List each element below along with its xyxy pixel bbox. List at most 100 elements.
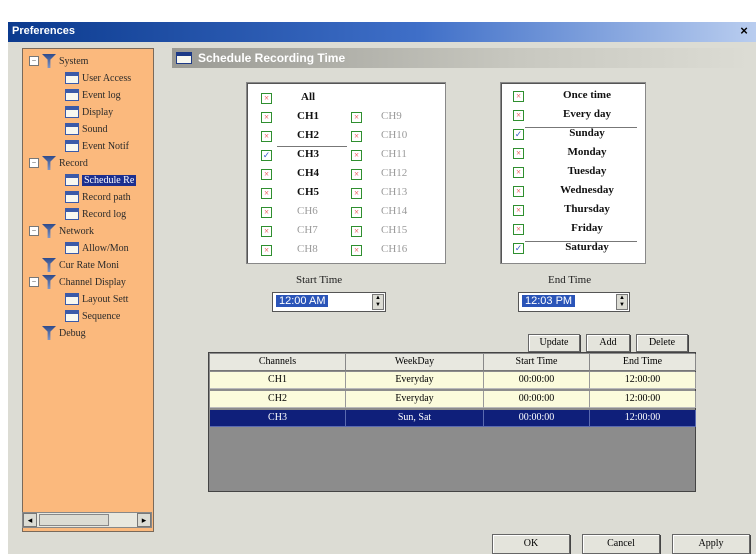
expander-icon[interactable]: −	[29, 226, 39, 236]
tree-item-sound[interactable]: Sound	[65, 121, 108, 137]
expander-icon[interactable]: −	[29, 56, 39, 66]
scroll-left-icon[interactable]: ◂	[23, 513, 37, 527]
expander-icon[interactable]: −	[29, 158, 39, 168]
scroll-thumb[interactable]	[39, 514, 109, 526]
tree-item-label: Network	[59, 225, 94, 237]
tree-item-label: Display	[82, 106, 114, 118]
checkbox-ch5[interactable]: ×	[261, 188, 272, 199]
apply-button[interactable]: Apply	[672, 534, 750, 554]
checkbox-wednesday[interactable]: ×	[513, 186, 524, 197]
checkbox-sunday[interactable]: ✓	[513, 129, 524, 140]
spin-up-icon[interactable]: ▲	[617, 295, 627, 302]
tree-item-label: Cur Rate Moni	[59, 259, 119, 271]
tree-item-event-log[interactable]: Event log	[65, 87, 121, 103]
group-icon	[42, 275, 56, 289]
checkbox-ch2[interactable]: ×	[261, 131, 272, 142]
checkbox-thursday[interactable]: ×	[513, 205, 524, 216]
scroll-right-icon[interactable]: ▸	[137, 513, 151, 527]
end-time-spinner[interactable]: ▲ ▼	[616, 294, 628, 310]
tree-item-channel-display[interactable]: − Channel Display	[29, 274, 126, 290]
table-cell: 12:00:00	[590, 410, 696, 427]
checkbox-ch4[interactable]: ×	[261, 169, 272, 180]
window-title: Preferences	[12, 25, 75, 37]
checkbox-ch1[interactable]: ×	[261, 112, 272, 123]
checkbox-friday[interactable]: ×	[513, 224, 524, 235]
checkbox-ch9[interactable]: ×	[351, 112, 362, 123]
close-icon[interactable]: ×	[736, 23, 752, 39]
delete-button[interactable]: Delete	[636, 334, 688, 352]
checkbox-ch13[interactable]: ×	[351, 188, 362, 199]
title-bar: Preferences ×	[8, 22, 756, 42]
channel-label: CH7	[297, 224, 318, 236]
tree-item-debug[interactable]: Debug	[29, 325, 86, 341]
divider	[525, 241, 637, 242]
checkbox-tuesday[interactable]: ×	[513, 167, 524, 178]
tree-item-sequence[interactable]: Sequence	[65, 308, 120, 324]
tree-item-layout-sett[interactable]: Layout Sett	[65, 291, 128, 307]
table-row[interactable]: CH3 Sun, Sat 00:00:00 12:00:00	[210, 410, 696, 427]
checkbox-once-time[interactable]: ×	[513, 91, 524, 102]
column-header-weekday[interactable]: WeekDay	[346, 354, 484, 371]
ok-button[interactable]: OK	[492, 534, 570, 554]
table-row[interactable]: CH1 Everyday 00:00:00 12:00:00	[210, 372, 696, 389]
tree-item-label: Record log	[82, 208, 127, 220]
column-header-end-time[interactable]: End Time	[590, 354, 696, 371]
checkbox-ch15[interactable]: ×	[351, 226, 362, 237]
spin-down-icon[interactable]: ▼	[373, 302, 383, 309]
tree-item-allow-mon[interactable]: Allow/Mon	[65, 240, 129, 256]
channel-label: CH11	[381, 148, 407, 160]
tree-item-cur-rate-moni[interactable]: Cur Rate Moni	[29, 257, 119, 273]
checkbox-ch11[interactable]: ×	[351, 150, 362, 161]
checkbox-monday[interactable]: ×	[513, 148, 524, 159]
tree-item-schedule-re[interactable]: Schedule Re	[65, 172, 137, 188]
tree-item-label: Layout Sett	[82, 293, 129, 305]
checkbox-ch10[interactable]: ×	[351, 131, 362, 142]
channel-label: CH4	[297, 167, 319, 179]
tree-item-display[interactable]: Display	[65, 104, 113, 120]
page-icon	[65, 310, 79, 322]
tree-item-record-path[interactable]: Record path	[65, 189, 131, 205]
group-icon	[42, 258, 56, 272]
column-header-channels[interactable]: Channels	[210, 354, 346, 371]
channel-label: CH9	[381, 110, 402, 122]
tree-item-record-log[interactable]: Record log	[65, 206, 126, 222]
end-time-picker[interactable]: 12:03 PM ▲ ▼	[518, 292, 630, 312]
tree-item-record[interactable]: − Record	[29, 155, 88, 171]
checkbox-ch7[interactable]: ×	[261, 226, 272, 237]
expander-icon[interactable]: −	[29, 277, 39, 287]
checkbox-all[interactable]: ×	[261, 93, 272, 104]
tree-item-label: Sequence	[82, 310, 121, 322]
cancel-button[interactable]: Cancel	[582, 534, 660, 554]
tree-item-system[interactable]: − System	[29, 53, 88, 69]
update-button[interactable]: Update	[528, 334, 580, 352]
checkbox-ch8[interactable]: ×	[261, 245, 272, 256]
checkbox-ch3[interactable]: ✓	[261, 150, 272, 161]
table-cell: 00:00:00	[484, 410, 590, 427]
table-cell: 00:00:00	[484, 391, 590, 408]
column-header-start-time[interactable]: Start Time	[484, 354, 590, 371]
checkbox-ch6[interactable]: ×	[261, 207, 272, 218]
add-button[interactable]: Add	[586, 334, 630, 352]
section-header: Schedule Recording Time	[172, 48, 750, 68]
table-row[interactable]: CH2 Everyday 00:00:00 12:00:00	[210, 391, 696, 408]
spin-down-icon[interactable]: ▼	[617, 302, 627, 309]
tree-item-label: Record	[59, 157, 88, 169]
tree-item-user-access[interactable]: User Access	[65, 70, 131, 86]
checkbox-ch12[interactable]: ×	[351, 169, 362, 180]
checkbox-ch16[interactable]: ×	[351, 245, 362, 256]
tree-item-event-notif[interactable]: Event Notif	[65, 138, 129, 154]
weekday-label: Sunday	[569, 127, 605, 139]
tree-horizontal-scrollbar[interactable]: ◂ ▸	[22, 512, 152, 528]
tree-item-network[interactable]: − Network	[29, 223, 94, 239]
checkbox-ch14[interactable]: ×	[351, 207, 362, 218]
checkbox-saturday[interactable]: ✓	[513, 243, 524, 254]
start-time-value[interactable]: 12:00 AM	[276, 295, 329, 307]
table-cell: 12:00:00	[590, 391, 696, 408]
start-time-picker[interactable]: 12:00 AM ▲ ▼	[272, 292, 386, 312]
end-time-value[interactable]: 12:03 PM	[522, 295, 576, 307]
channel-label: CH3	[297, 148, 319, 160]
checkbox-every-day[interactable]: ×	[513, 110, 524, 121]
start-time-spinner[interactable]: ▲ ▼	[372, 294, 384, 310]
spin-up-icon[interactable]: ▲	[373, 295, 383, 302]
channel-label: CH5	[297, 186, 319, 198]
